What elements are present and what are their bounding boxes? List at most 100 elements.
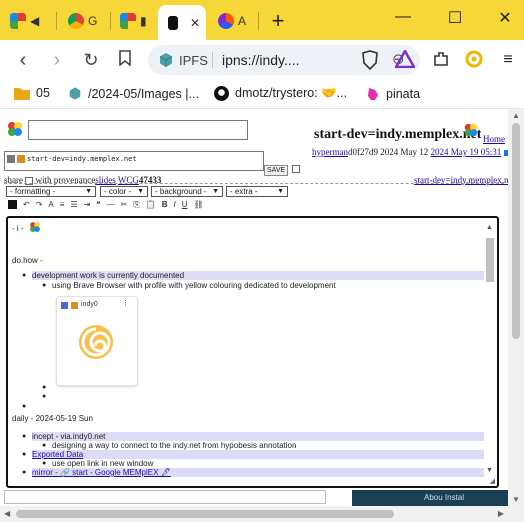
indent-icon[interactable]: ⇥ xyxy=(84,200,91,210)
link-icon[interactable]: ⛓ xyxy=(193,200,203,210)
embedded-card[interactable]: indy0 ⋮ xyxy=(56,296,138,386)
forward-button[interactable]: › xyxy=(46,49,68,71)
section-heading: do.how - xyxy=(12,256,43,265)
i-label: - i - xyxy=(12,224,24,233)
path-field[interactable]: start-dev=indy.memplex.net xyxy=(4,151,264,171)
meta-line: hypermand0f27d9 2024 May 12 2024 May 19 … xyxy=(312,147,508,157)
color-select[interactable]: - color - ▼ xyxy=(100,186,148,197)
github-icon xyxy=(214,86,229,101)
new-tab-button[interactable]: + xyxy=(266,8,290,34)
minimize-button[interactable]: — xyxy=(388,8,418,26)
tab-2[interactable]: G xyxy=(64,7,101,35)
save-checkbox[interactable] xyxy=(292,165,300,173)
background-select[interactable]: - background - ▼ xyxy=(151,186,223,197)
footer-input[interactable] xyxy=(4,490,326,504)
tab-3-title: ▮ xyxy=(140,14,147,28)
maximize-button[interactable]: ☐ xyxy=(440,8,470,28)
url-text[interactable]: ipns://indy.... xyxy=(222,52,378,68)
tab-active[interactable]: ✕ xyxy=(158,5,206,40)
browser-toolbar: ‹ › ↻ IPFS ipns://indy.... ⊖ ≡ xyxy=(0,40,524,80)
tab-5[interactable]: A xyxy=(214,7,250,35)
menu-icon[interactable]: ≡ xyxy=(498,50,518,70)
mirror-link[interactable]: mirror - 🔗 start - Google MEMplEX 🖊 xyxy=(32,468,484,477)
ipfs-cube-icon xyxy=(159,53,173,67)
page-icon xyxy=(71,302,78,309)
tab-3[interactable]: ▮ xyxy=(116,7,151,35)
flower-logo-icon xyxy=(30,222,40,232)
home-link[interactable]: Home xyxy=(483,134,505,144)
quote-icon[interactable]: ❝ xyxy=(96,200,100,210)
extensions-icon[interactable] xyxy=(432,50,452,70)
tab-5-title: A xyxy=(238,14,247,28)
bookmark-images[interactable]: /2024-05/Images |... xyxy=(68,86,199,101)
bookmarks-bar: 05 /2024-05/Images |... dmotz/trystero: … xyxy=(0,80,524,109)
close-window-button[interactable]: ✕ xyxy=(490,8,520,28)
user-link[interactable]: hyperman xyxy=(312,147,348,157)
web-page: start-dev=indy.memplex.net Home hyperman… xyxy=(0,109,508,506)
list-item: incept - via.indy0.net xyxy=(32,432,484,441)
list-item: designing a way to connect to the indy.n… xyxy=(52,441,297,450)
back-button[interactable]: ‹ xyxy=(12,49,34,71)
bullet-list-icon[interactable]: ☰ xyxy=(70,200,77,210)
embed-label: indy0 xyxy=(81,301,98,308)
editor-scrollbar[interactable]: ▲ ▼ xyxy=(484,222,496,474)
exported-data-link[interactable]: Exported Data xyxy=(32,450,484,459)
search-input[interactable] xyxy=(28,120,248,140)
close-icon[interactable]: ✕ xyxy=(190,16,200,30)
content-editor[interactable]: - i - do.how - ● development work is cur… xyxy=(6,216,499,488)
more-icon[interactable]: ⋮ xyxy=(122,299,129,307)
tab-strip: ◀ G ▮ ✕ A + — ☐ ✕ xyxy=(0,0,524,40)
meta-date-link[interactable]: 2024 May 19 05:31 xyxy=(431,147,502,157)
tab-1[interactable]: ◀ xyxy=(6,7,43,35)
brave-rewards-icon[interactable] xyxy=(393,48,417,70)
flower-logo-icon xyxy=(8,122,22,136)
italic-icon[interactable]: I xyxy=(173,200,175,210)
page-vertical-scrollbar[interactable]: ▲ ▼ xyxy=(508,109,524,522)
format-icon[interactable]: A xyxy=(48,200,53,210)
bookmark-icon[interactable] xyxy=(114,49,136,71)
list-item: development work is currently documented xyxy=(32,271,484,280)
ipfs-label: IPFS xyxy=(179,53,208,68)
bookmark-pinata[interactable]: pinata xyxy=(366,86,420,102)
redo-icon[interactable]: ↷ xyxy=(36,200,43,210)
extra-select[interactable]: - extra - ▼ xyxy=(226,186,288,197)
reload-button[interactable]: ↻ xyxy=(80,49,102,71)
formatting-select[interactable]: - formatting - ▼ xyxy=(6,186,96,197)
underline-icon[interactable]: U xyxy=(182,200,188,210)
pinata-icon xyxy=(368,88,378,100)
flower-logo-icon xyxy=(120,13,136,29)
footer-bar: Abou Instal xyxy=(352,490,508,506)
page-title: start-dev=indy.memplex.net xyxy=(314,127,482,142)
footer-links[interactable]: Abou Instal xyxy=(424,493,464,502)
page-icon xyxy=(17,155,25,163)
list-item: use open link in new window xyxy=(52,459,154,468)
tab-2-title: G xyxy=(88,14,98,28)
section-heading: daily - 2024-05-19 Sun xyxy=(12,414,93,423)
meta-hash: d0f27d9 xyxy=(348,147,378,157)
save-icon[interactable] xyxy=(8,200,17,209)
brave-shield-icon[interactable] xyxy=(361,50,381,71)
flower-logo-icon xyxy=(10,13,26,29)
brave-logo-icon xyxy=(218,13,234,29)
bookmark-05[interactable]: 05 xyxy=(14,86,50,100)
cut-icon[interactable]: ✂ xyxy=(121,200,128,210)
ipfs-cube-icon xyxy=(69,87,81,100)
mute-icon[interactable]: ◀ xyxy=(30,14,39,28)
ordered-list-icon[interactable]: ≡ xyxy=(60,200,65,210)
divider xyxy=(4,183,504,184)
folder-icon xyxy=(14,87,30,100)
editor-toolbar: ↶ ↷ A ≡ ☰ ⇥ ❝ — ✂ ⎘ 📋 B I U ⛓ xyxy=(8,200,204,210)
list-item: using Brave Browser with profile with ye… xyxy=(52,281,336,290)
ipfs-companion-icon[interactable] xyxy=(465,50,485,70)
save-button[interactable]: SAVE xyxy=(264,165,289,176)
flower-logo-icon xyxy=(464,123,478,137)
paste-icon[interactable]: 📋 xyxy=(146,200,156,210)
bold-icon[interactable]: B xyxy=(162,200,168,210)
hr-icon[interactable]: — xyxy=(107,200,115,210)
copy-icon[interactable]: ⎘ xyxy=(133,200,139,210)
bookmark-trystero[interactable]: dmotz/trystero: 🤝... xyxy=(214,86,347,101)
meta-date: 2024 May 12 xyxy=(380,147,429,157)
resize-handle[interactable]: ◢ xyxy=(490,477,495,485)
undo-icon[interactable]: ↶ xyxy=(23,200,30,210)
page-horizontal-scrollbar[interactable]: ◀ ▶ xyxy=(0,506,508,522)
